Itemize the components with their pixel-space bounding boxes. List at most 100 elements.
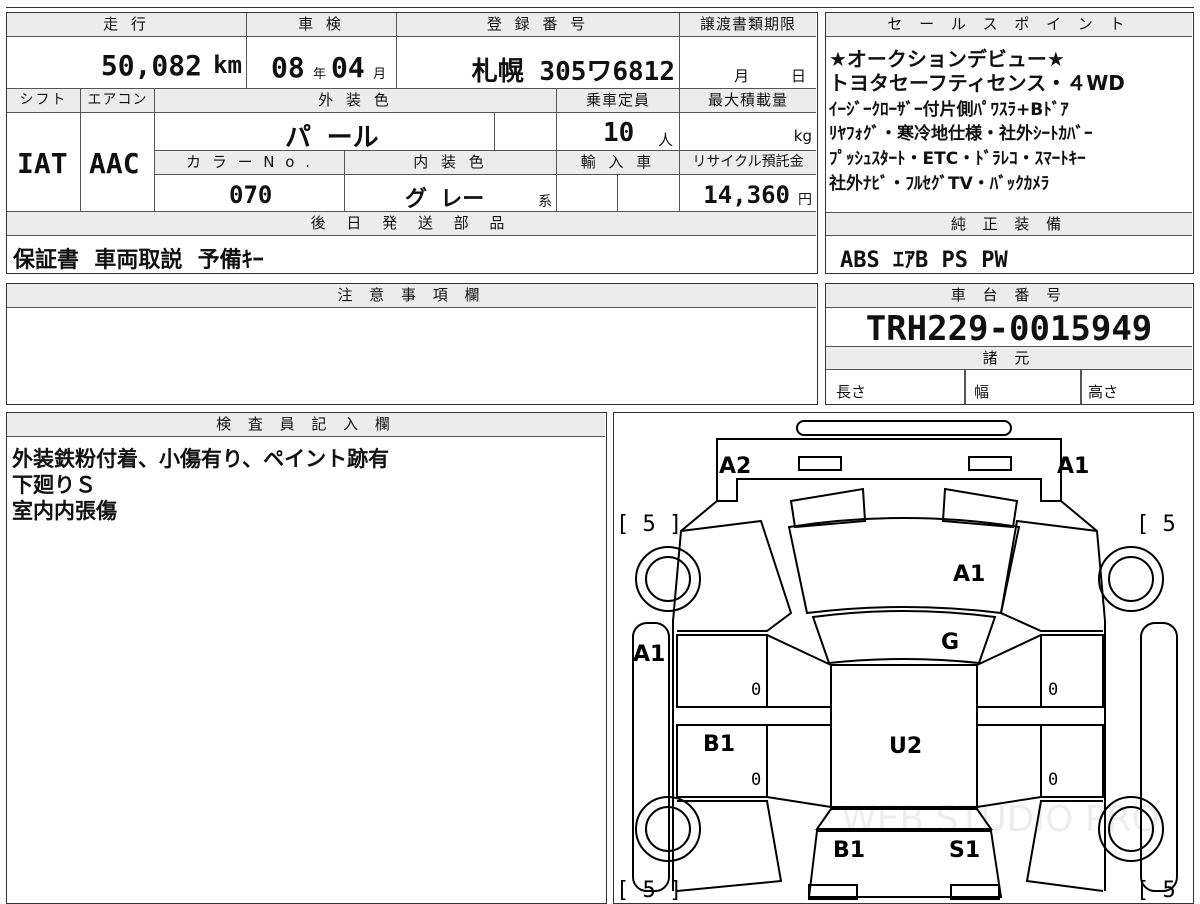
tire-tread-mark: [ 5 ]	[1136, 512, 1192, 537]
shaken-header: 車 検	[247, 13, 397, 37]
chassis-number-header: 車 台 番 号	[826, 284, 1192, 308]
notes-header: 注 意 事 項 欄	[7, 284, 816, 308]
registration-header: 登 録 番 号	[397, 13, 680, 37]
registration-cell: 札幌 305ワ6812	[397, 37, 680, 89]
capacity-unit: 人	[657, 131, 673, 149]
interior-color-value: グ レー	[405, 187, 485, 212]
shaken-year: 08	[271, 51, 305, 84]
mileage-header: 走 行	[7, 13, 247, 37]
door-count: 0	[1048, 770, 1058, 790]
headlight-right	[968, 456, 1012, 471]
maxload-unit: kg	[793, 127, 812, 145]
import-cell-a	[557, 175, 618, 212]
damage-mark: B1	[833, 838, 865, 863]
sales-point-line: ｲｰｼﾞｰｸﾛｰｻﾞｰ付片側ﾊﾟﾜｽﾗ+Bﾄﾞｱ	[829, 100, 1069, 120]
registration-value: 札幌 305ワ6812	[471, 57, 675, 87]
interior-color-header: 内 装 色	[345, 151, 557, 175]
interior-color-unit: 系	[538, 194, 552, 210]
recycle-unit: 円	[798, 192, 812, 208]
damage-diagram-box: WEB STUDIO PRO A2 A1 A1 G A1 B1 U2 B1 S1…	[613, 412, 1194, 904]
aircon-header: エアコン	[81, 89, 155, 113]
import-header: 輸 入 車	[557, 151, 680, 175]
capacity-header: 乗車定員	[557, 89, 680, 113]
inspector-box: 検 査 員 記 入 欄 外装鉄粉付着、小傷有り、ペイント跡有 下廻りＳ 室内内張…	[6, 412, 607, 904]
exterior-color-cell: パ ール	[155, 113, 495, 153]
front-bumper	[796, 420, 1012, 436]
maxload-cell: kg	[680, 113, 816, 151]
shift-value: IAT	[17, 147, 68, 180]
spec-divider	[964, 370, 966, 404]
car-damage-diagram: WEB STUDIO PRO A2 A1 A1 G A1 B1 U2 B1 S1…	[616, 420, 1192, 903]
shaken-month-unit: 月	[373, 67, 387, 82]
left-rear-quarter	[676, 800, 783, 892]
damage-mark: U2	[889, 734, 922, 759]
capacity-value: 10	[603, 118, 635, 148]
shaken-year-unit: 年	[313, 67, 327, 82]
import-cell-b	[618, 175, 680, 212]
recycle-value: 14,360	[703, 181, 790, 209]
spec-width-label: 幅	[974, 383, 990, 401]
later-parts-header: 後 日 発 送 部 品	[7, 212, 816, 236]
windshield	[811, 610, 997, 665]
shift-cell: IAT	[7, 113, 81, 212]
transfer-deadline-cell: 月 日	[680, 37, 816, 89]
later-parts-value: 保証書 車両取説 予備ｷｰ	[13, 248, 264, 273]
aircon-value: AAC	[89, 147, 140, 180]
maxload-header: 最大積載量	[680, 89, 816, 113]
sales-point-line: ﾘﾔﾌｫｸﾞ・寒冷地仕様・社外ｼｰﾄｶﾊﾞｰ	[829, 124, 1093, 144]
headlight-left	[798, 456, 842, 471]
damage-mark: A2	[719, 454, 751, 479]
damage-mark: A1	[633, 642, 665, 667]
exterior-extra-cell	[495, 113, 557, 151]
mileage-value: 50,082	[100, 49, 202, 82]
sales-point-line: トヨタセーフティセンス・４WD	[829, 71, 1125, 95]
exterior-color-value: パ ール	[285, 123, 379, 153]
door-count: 0	[1048, 680, 1058, 700]
interior-color-cell: グ レー 系	[345, 175, 557, 212]
transfer-day: 日	[790, 67, 806, 85]
genuine-equipment-header: 純 正 装 備	[826, 212, 1192, 236]
notes-box: 注 意 事 項 欄	[6, 283, 818, 405]
top-strip	[6, 0, 1194, 8]
spec-length-label: 長さ	[836, 383, 867, 401]
damage-mark: A1	[1057, 454, 1089, 479]
damage-mark: G	[941, 630, 959, 655]
left-fender	[677, 519, 793, 632]
transfer-month: 月	[734, 67, 750, 85]
damage-mark: B1	[703, 732, 735, 757]
tire-tread-mark: [ 5 ]	[616, 878, 682, 903]
color-no-header: カ ラ ー N o .	[155, 151, 345, 175]
inspector-header: 検 査 員 記 入 欄	[7, 413, 605, 437]
chassis-box: 車 台 番 号 TRH229-0015949 諸 元 長さ 幅 高さ	[825, 283, 1194, 405]
chassis-number-value: TRH229-0015949	[865, 309, 1153, 349]
damage-mark: A1	[953, 562, 985, 587]
watermark: WEB STUDIO PRO	[841, 799, 1160, 840]
aircon-cell: AAC	[81, 113, 155, 212]
recycle-header: リサイクル預託金	[680, 151, 816, 175]
genuine-equipment-value: ABS ｴｱB PS PW	[840, 248, 1008, 273]
sales-point-line: 社外ﾅﾋﾞ・ﾌﾙｾｸﾞTV・ﾊﾞｯｸｶﾒﾗ	[829, 174, 1050, 194]
recycle-cell: 14,360 円	[680, 175, 816, 212]
specs-header: 諸 元	[826, 346, 1192, 370]
right-side-step	[1140, 622, 1178, 892]
color-no-value: 070	[229, 181, 273, 209]
spec-height-label: 高さ	[1088, 383, 1119, 401]
mileage-unit: km	[213, 51, 242, 79]
exterior-color-header: 外 装 色	[155, 89, 557, 113]
capacity-cell: 10 人	[557, 113, 680, 151]
sales-point-line: ﾌﾟｯｼｭｽﾀｰﾄ・ETC・ﾄﾞﾗﾚｺ・ｽﾏｰﾄｷｰ	[829, 149, 1086, 169]
tire-tread-mark: [ 5 ]	[616, 512, 682, 537]
damage-mark: S1	[949, 838, 980, 863]
shaken-month: 04	[331, 51, 365, 84]
color-no-cell: 070	[155, 175, 345, 212]
mileage-cell: 50,082 km	[7, 37, 247, 89]
inspector-line: 室内内張傷	[12, 499, 117, 523]
sales-point-header: セ ー ル ス ポ イ ン ト	[826, 13, 1192, 37]
tire-tread-mark: [ 5 ]	[1136, 878, 1192, 903]
transfer-deadline-header: 譲渡書類期限	[680, 13, 816, 37]
vehicle-info-table: 走 行 車 検 登 録 番 号 譲渡書類期限 50,082 km 08 年 04…	[6, 12, 818, 274]
door-count: 0	[751, 680, 761, 700]
door-count: 0	[751, 770, 761, 790]
shaken-cell: 08 年 04 月	[247, 37, 397, 89]
sales-point-box: セ ー ル ス ポ イ ン ト ★オークションデビュー★ トヨタセーフティセンス…	[825, 12, 1194, 274]
